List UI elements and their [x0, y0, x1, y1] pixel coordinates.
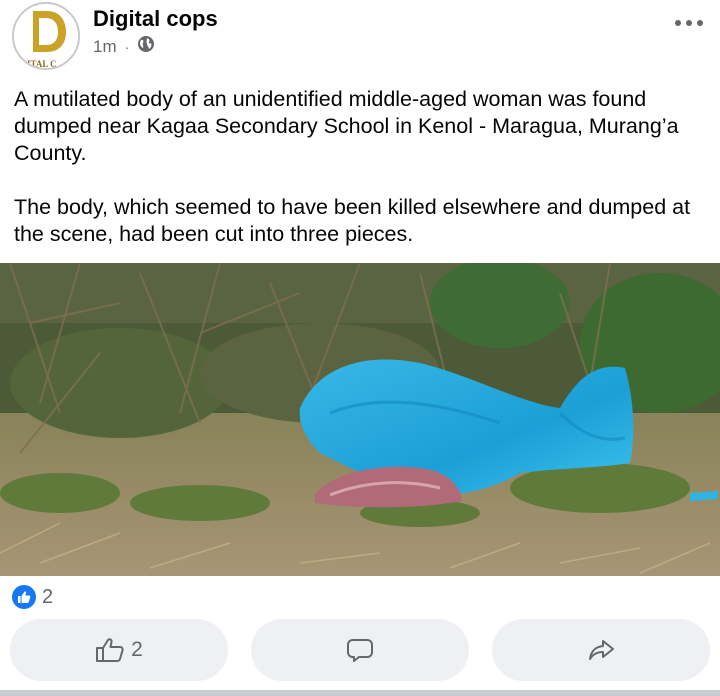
- post-paragraph: The body, which seemed to have been kill…: [14, 195, 691, 246]
- post-time[interactable]: 1m: [93, 37, 117, 57]
- page-avatar[interactable]: ITAL C: [12, 2, 80, 70]
- reaction-count: 2: [42, 585, 54, 608]
- comment-icon: [347, 639, 373, 662]
- share-icon: [589, 640, 614, 660]
- meta-separator: ·: [124, 38, 130, 55]
- thumbs-up-icon: [96, 638, 124, 662]
- divider: [0, 690, 720, 696]
- post-text: A mutilated body of an unidentified midd…: [14, 86, 714, 248]
- more-options-button[interactable]: [672, 14, 706, 32]
- comment-button[interactable]: [251, 619, 469, 681]
- share-button[interactable]: [492, 619, 710, 681]
- post-meta: 1m ·: [93, 35, 155, 58]
- page-name[interactable]: Digital cops: [93, 6, 218, 32]
- logo-text: ITAL C: [27, 59, 57, 68]
- globe-icon[interactable]: [137, 35, 155, 58]
- like-button[interactable]: 2: [10, 619, 228, 681]
- like-badge-icon: [12, 585, 36, 609]
- post-paragraph: A mutilated body of an unidentified midd…: [14, 87, 679, 165]
- post-header: ITAL C Digital cops 1m ·: [0, 0, 720, 80]
- more-icon: [675, 20, 703, 26]
- action-bar: 2: [10, 619, 710, 681]
- reaction-summary[interactable]: 2: [12, 584, 53, 610]
- digital-cops-logo: ITAL C: [14, 4, 78, 68]
- like-count: 2: [131, 638, 143, 661]
- post-photo[interactable]: [0, 263, 720, 576]
